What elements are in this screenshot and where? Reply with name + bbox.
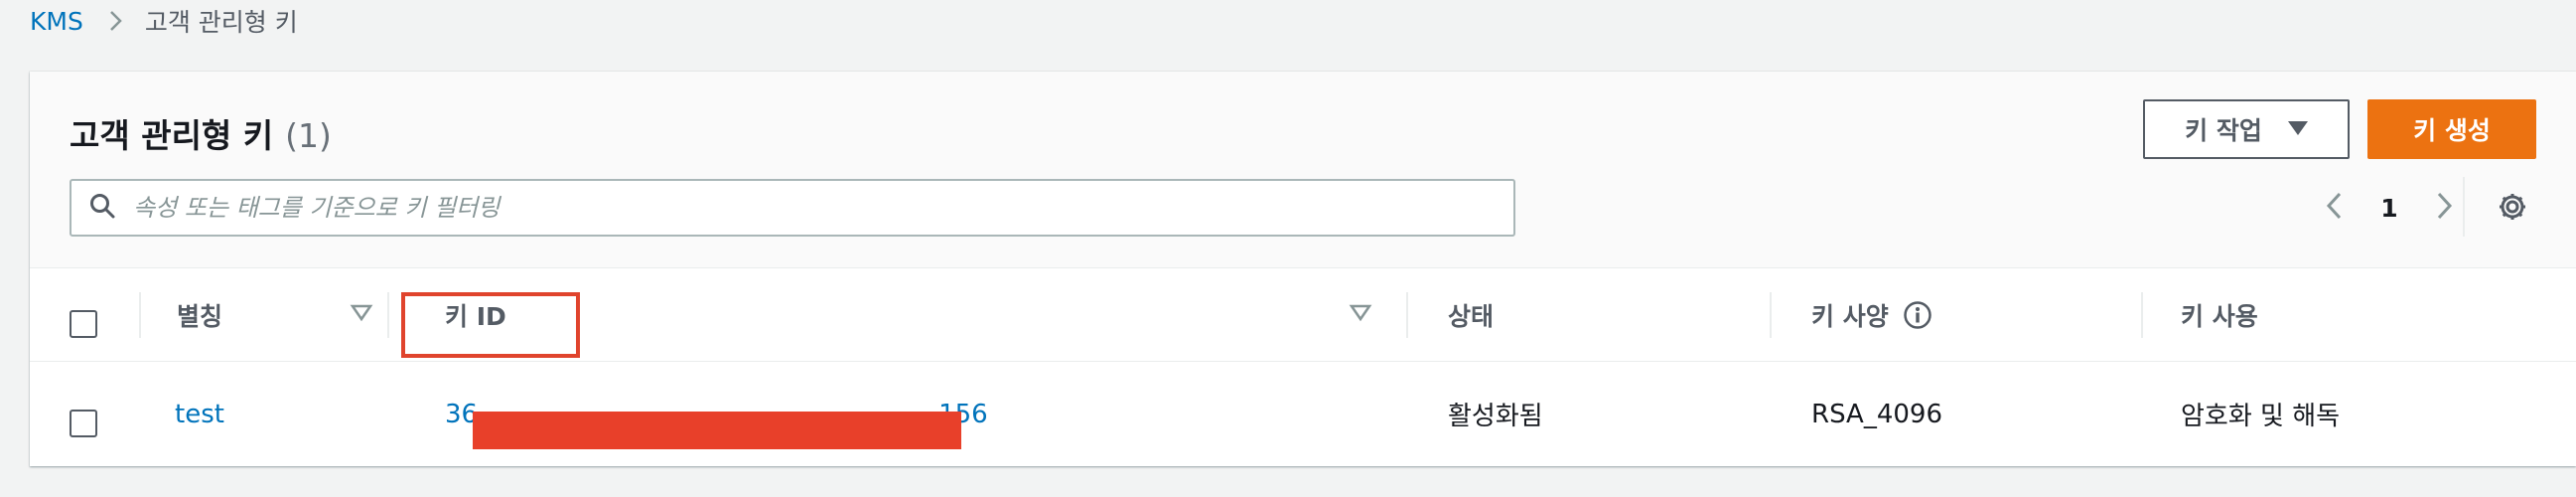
create-key-button[interactable]: 키 생성	[2367, 99, 2536, 159]
column-header-key-usage[interactable]: 키 사용	[2181, 268, 2258, 361]
alias-link[interactable]: test	[175, 400, 224, 429]
status-cell: 활성화됨	[1448, 402, 1543, 431]
current-page-number[interactable]: 1	[2354, 194, 2425, 223]
search-field[interactable]	[70, 179, 1515, 237]
key-spec-cell: RSA_4096	[1811, 399, 1943, 429]
select-all-checkbox[interactable]	[70, 310, 97, 338]
info-icon[interactable]	[1903, 300, 1932, 330]
table-settings-button[interactable]	[2491, 187, 2534, 231]
breadcrumb: KMS 고객 관리형 키	[30, 0, 298, 42]
page-title: 고객 관리형 키 (1)	[70, 109, 332, 157]
column-divider	[1770, 292, 1772, 338]
create-key-label: 키 생성	[2413, 116, 2491, 145]
column-header-key-spec[interactable]: 키 사양	[1811, 268, 1932, 361]
chevron-right-icon	[109, 10, 123, 32]
previous-page-button[interactable]	[2314, 188, 2354, 228]
sort-icon[interactable]	[350, 300, 373, 324]
highlight-annotation-box	[401, 292, 580, 358]
row-select-checkbox[interactable]	[70, 410, 97, 437]
column-divider	[2141, 292, 2143, 338]
chevron-right-icon	[2437, 192, 2453, 224]
caret-down-icon	[2287, 121, 2308, 137]
key-count: (1)	[285, 116, 332, 155]
chevron-left-icon	[2326, 192, 2342, 224]
column-header-key-spec-label: 키 사양	[1811, 301, 1889, 331]
column-divider	[387, 292, 389, 338]
next-page-button[interactable]	[2425, 188, 2465, 228]
keys-table-panel: 고객 관리형 키 (1) 키 작업 키 생성 1	[30, 72, 2576, 466]
pager-divider	[2463, 177, 2465, 237]
column-divider	[1406, 292, 1408, 338]
breadcrumb-kms-link[interactable]: KMS	[30, 7, 83, 36]
redaction-overlay	[473, 412, 961, 449]
pagination: 1	[2314, 179, 2465, 237]
search-input[interactable]	[133, 194, 1503, 222]
alias-cell: test	[175, 362, 224, 466]
key-actions-button[interactable]: 키 작업	[2143, 99, 2350, 159]
page-title-text: 고객 관리형 키	[70, 116, 274, 155]
column-divider	[139, 292, 141, 338]
key-usage-cell: 암호화 및 해독	[2181, 402, 2341, 431]
search-icon	[89, 193, 115, 223]
column-header-alias[interactable]: 별칭	[177, 268, 222, 361]
column-header-status[interactable]: 상태	[1448, 268, 1494, 361]
sort-icon[interactable]	[1349, 300, 1372, 324]
key-actions-label: 키 작업	[2185, 116, 2262, 145]
breadcrumb-current: 고객 관리형 키	[144, 8, 298, 37]
gear-icon	[2497, 191, 2528, 227]
